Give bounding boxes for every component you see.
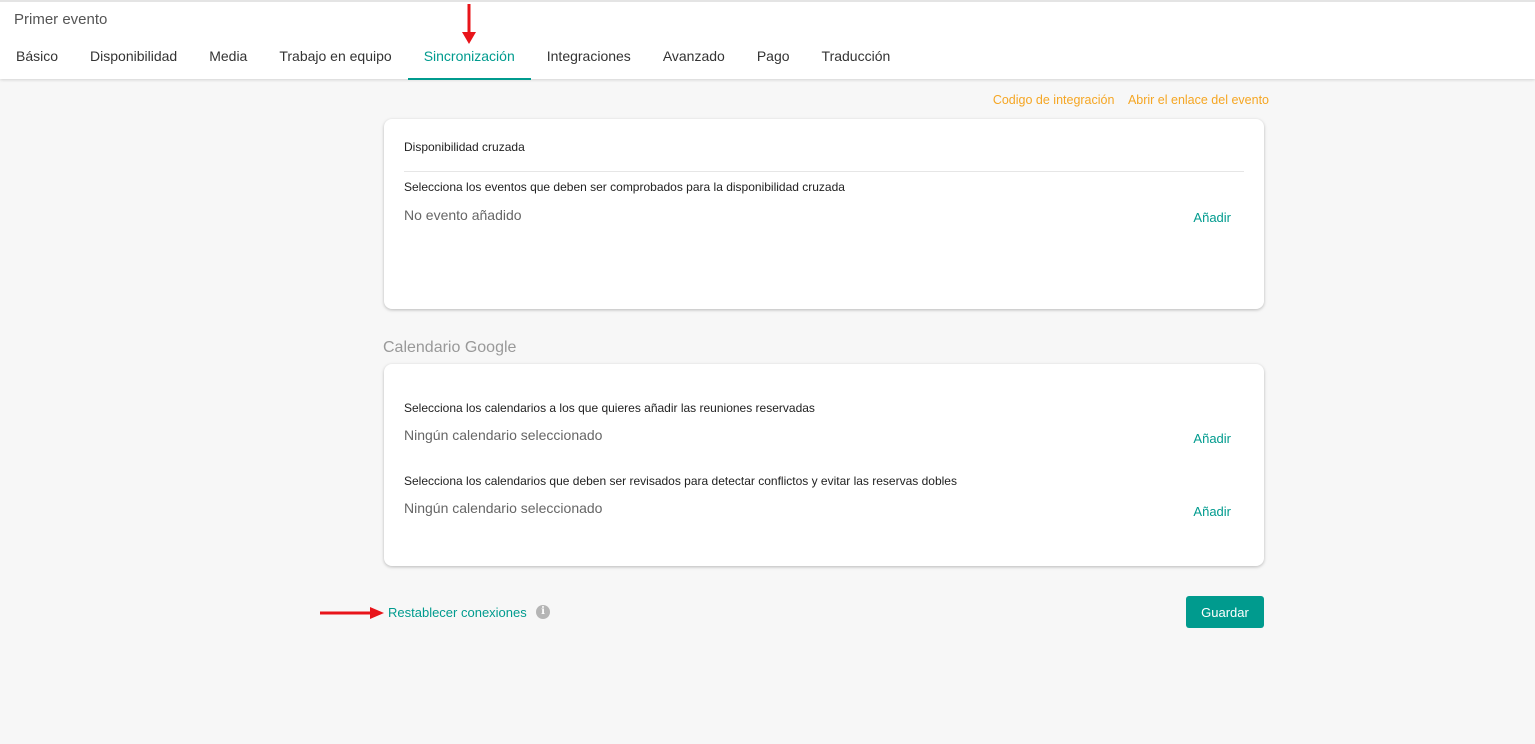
page-title: Primer evento xyxy=(14,11,108,28)
tab-avanzado[interactable]: Avanzado xyxy=(647,37,741,78)
add-cross-event-button[interactable]: Añadir xyxy=(1193,210,1231,225)
info-icon[interactable]: i xyxy=(536,605,550,619)
top-bar: Primer evento Básico Disponibilidad Medi… xyxy=(0,0,1535,80)
cross-availability-card: Disponibilidad cruzada Selecciona los ev… xyxy=(384,119,1264,309)
cross-availability-title: Disponibilidad cruzada xyxy=(404,140,525,154)
google-calendar-card: Selecciona los calendarios a los que qui… xyxy=(384,364,1264,566)
google-calendar-heading: Calendario Google xyxy=(383,339,517,356)
annotation-arrow-right-icon xyxy=(320,607,384,619)
tab-basico[interactable]: Básico xyxy=(0,37,74,78)
conflict-calendars-empty-text: Ningún calendario seleccionado xyxy=(404,500,603,516)
annotation-arrow-down-icon xyxy=(462,4,476,44)
cross-availability-instruction: Selecciona los eventos que deben ser com… xyxy=(404,180,845,194)
open-event-link[interactable]: Abrir el enlace del evento xyxy=(1128,93,1269,107)
tab-disponibilidad[interactable]: Disponibilidad xyxy=(74,37,193,78)
top-links: Codigo de integración Abrir el enlace de… xyxy=(983,93,1269,107)
tab-media[interactable]: Media xyxy=(193,37,263,78)
tab-pago[interactable]: Pago xyxy=(741,37,806,78)
tab-integraciones[interactable]: Integraciones xyxy=(531,37,647,78)
tab-traduccion[interactable]: Traducción xyxy=(806,37,907,78)
conflict-calendars-instruction: Selecciona los calendarios que deben ser… xyxy=(404,474,957,488)
reset-connections-link[interactable]: Restablecer conexiones xyxy=(388,605,527,620)
tab-trabajo-en-equipo[interactable]: Trabajo en equipo xyxy=(263,37,407,78)
add-conflict-calendar-button[interactable]: Añadir xyxy=(1193,504,1231,519)
save-button[interactable]: Guardar xyxy=(1186,596,1264,628)
integration-code-link[interactable]: Codigo de integración xyxy=(993,93,1115,107)
cross-availability-empty-text: No evento añadido xyxy=(404,207,522,223)
add-booking-calendar-button[interactable]: Añadir xyxy=(1193,431,1231,446)
add-calendars-instruction: Selecciona los calendarios a los que qui… xyxy=(404,401,815,415)
tab-bar: Básico Disponibilidad Media Trabajo en e… xyxy=(0,37,907,80)
add-calendars-empty-text: Ningún calendario seleccionado xyxy=(404,427,603,443)
divider xyxy=(404,171,1244,172)
